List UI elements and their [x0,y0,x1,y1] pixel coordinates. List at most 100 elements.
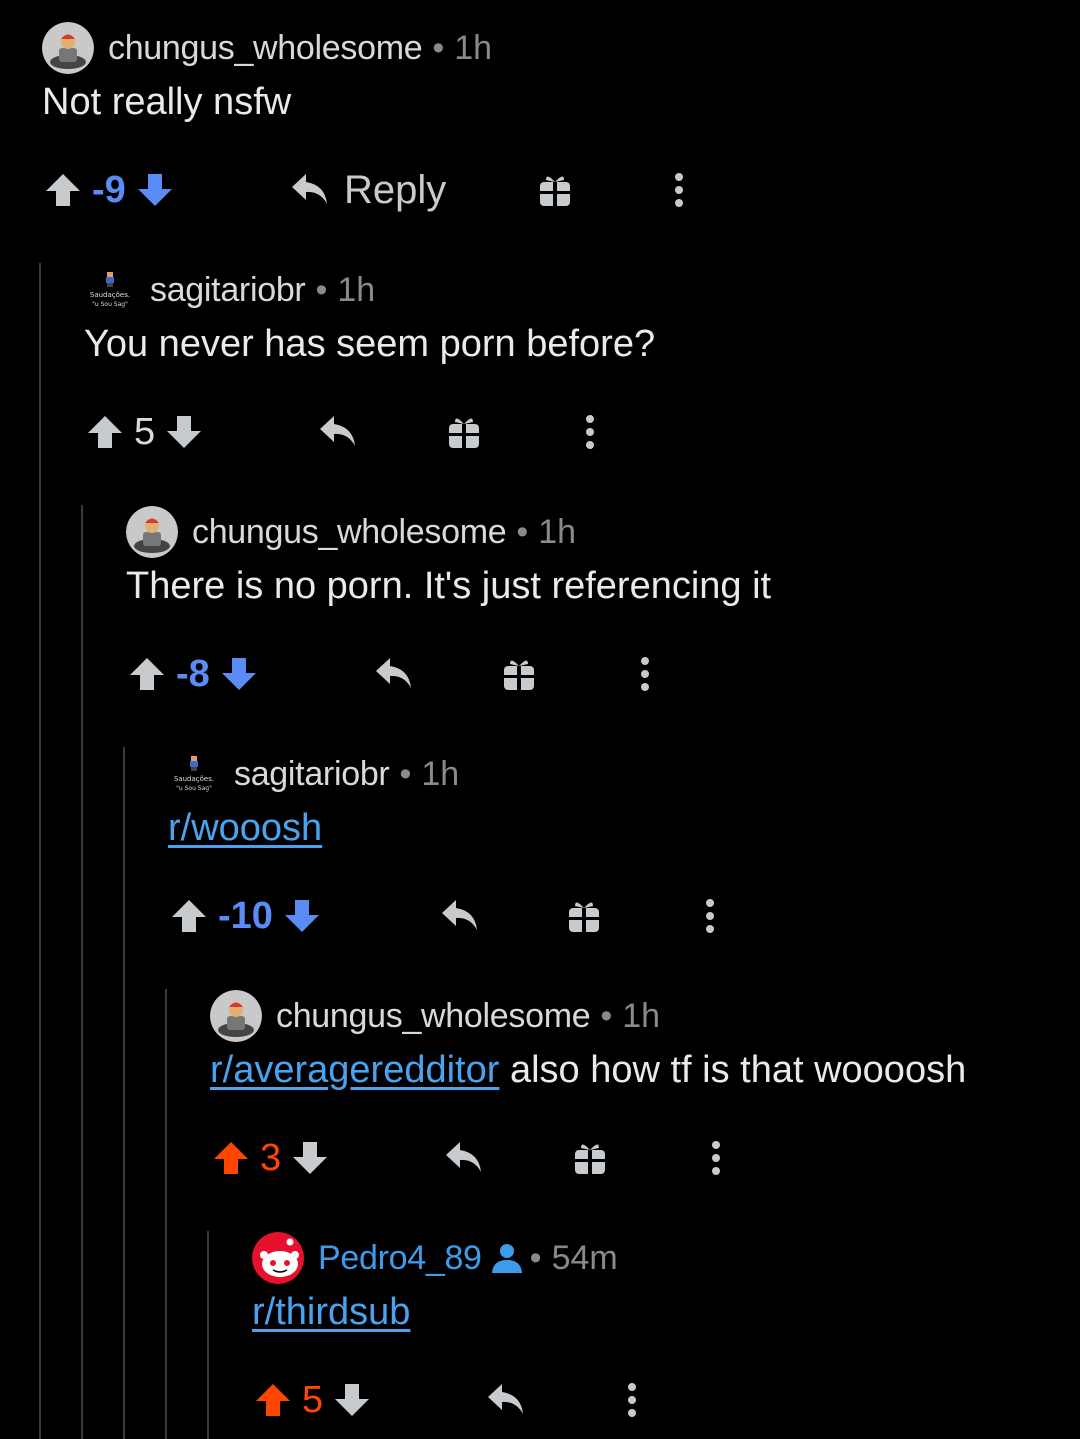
comment-1: chungus_wholesome • 1h Not really nsfw [42,22,492,126]
reply-arrow-icon [376,658,411,688]
more-options-button[interactable] [585,414,595,450]
avatar[interactable]: Saudações. "u Sou Sag" [168,748,220,800]
separator-dot: • [315,270,328,309]
upvote-arrow-icon[interactable] [170,897,208,935]
more-vertical-icon [641,657,649,691]
separator-dot: • [529,1238,542,1277]
reply-button[interactable] [318,414,358,450]
more-options-button[interactable] [674,172,684,208]
vote-group: -10 [170,895,321,938]
award-button[interactable] [502,656,536,692]
comment-actions: -8 [128,644,668,704]
separator-dot: • [600,996,613,1035]
reply-button[interactable] [440,898,480,934]
award-button[interactable] [447,414,481,450]
more-options-button[interactable] [640,656,650,692]
reply-button[interactable]: Reply [290,168,446,213]
timestamp: 1h [538,512,577,551]
comment-body: r/thirdsub [252,1288,618,1336]
score: -9 [92,168,126,211]
score: -10 [218,894,273,937]
vote-group: 3 [212,1137,329,1180]
op-person-icon [490,1242,524,1274]
more-vertical-icon [675,173,683,207]
subreddit-link[interactable]: r/thirdsub [252,1291,410,1333]
thread-line-2 [81,505,83,1439]
subreddit-link[interactable]: r/averageredditor [210,1049,499,1091]
timestamp: 54m [551,1238,618,1277]
comment-body: r/averageredditor also how tf is that wo… [210,1046,966,1094]
username[interactable]: chungus_wholesome [108,29,423,68]
separator-dot: • [399,754,412,793]
comment-actions: -10 [170,886,730,946]
comment-actions: 3 [212,1128,732,1188]
comment-header: Pedro4_89 • 54m [252,1232,618,1284]
downvote-arrow-icon[interactable] [291,1139,329,1177]
more-options-button[interactable] [711,1140,721,1176]
vote-group: 5 [86,411,203,454]
score: 5 [134,410,156,453]
score: 3 [260,1136,282,1179]
subreddit-link[interactable]: r/wooosh [168,807,322,849]
downvote-arrow-icon[interactable] [165,413,203,451]
timestamp: 1h [622,996,661,1035]
reply-label: Reply [344,167,447,212]
more-vertical-icon [712,1141,720,1175]
timestamp: 1h [337,270,376,309]
vote-group: -9 [44,169,174,212]
vote-group: -8 [128,653,258,696]
reply-button[interactable] [374,656,414,692]
separator-dot: • [432,28,445,67]
vote-group: 5 [254,1379,371,1422]
username[interactable]: chungus_wholesome [192,513,507,552]
comment-body: You never has seem porn before? [84,323,656,365]
avatar[interactable] [210,990,262,1042]
award-button[interactable] [567,898,601,934]
upvote-arrow-icon[interactable] [254,1381,292,1419]
reply-button[interactable] [444,1140,484,1176]
award-button[interactable] [538,172,572,208]
thread-line-5 [207,1231,209,1439]
avatar[interactable] [126,506,178,558]
comment-header: chungus_wholesome • 1h [210,990,966,1042]
reply-arrow-icon [446,1142,481,1172]
comment-body: There is no porn. It's just referencing … [126,565,772,607]
gift-icon [540,176,570,206]
upvote-arrow-icon[interactable] [86,413,124,451]
avatar-caption-2: "u Sou Sag" [92,301,128,308]
more-options-button[interactable] [627,1382,637,1418]
avatar-caption-2: "u Sou Sag" [176,785,212,792]
downvote-arrow-icon[interactable] [283,897,321,935]
gift-icon [504,660,534,690]
comment-6: Pedro4_89 • 54m r/thirdsub [252,1232,618,1336]
score: -8 [176,652,210,695]
reply-button[interactable] [486,1382,526,1418]
comment-actions: -9 Reply [44,160,724,220]
upvote-arrow-icon[interactable] [128,655,166,693]
upvote-arrow-icon[interactable] [212,1139,250,1177]
username[interactable]: sagitariobr [150,271,306,310]
username[interactable]: chungus_wholesome [276,997,591,1036]
thread-line-3 [123,747,125,1439]
comment-header: Saudações. "u Sou Sag" sagitariobr • 1h [168,748,459,800]
comment-header: chungus_wholesome • 1h [42,22,492,74]
username[interactable]: sagitariobr [234,755,390,794]
username[interactable]: Pedro4_89 [318,1239,482,1278]
timestamp: 1h [454,28,493,67]
comment-text: also how tf is that woooosh [499,1049,967,1091]
comment-body: Not really nsfw [42,81,292,123]
downvote-arrow-icon[interactable] [136,171,174,209]
comment-actions: 5 [86,402,626,462]
avatar[interactable] [42,22,94,74]
gift-icon [569,902,599,932]
comment-body: r/wooosh [168,804,459,852]
downvote-arrow-icon[interactable] [333,1381,371,1419]
downvote-arrow-icon[interactable] [220,655,258,693]
award-button[interactable] [573,1140,607,1176]
avatar[interactable] [252,1232,304,1284]
more-options-button[interactable] [705,898,715,934]
upvote-arrow-icon[interactable] [44,171,82,209]
reply-arrow-icon [320,416,355,446]
more-vertical-icon [706,899,714,933]
avatar[interactable]: Saudações. "u Sou Sag" [84,264,136,316]
